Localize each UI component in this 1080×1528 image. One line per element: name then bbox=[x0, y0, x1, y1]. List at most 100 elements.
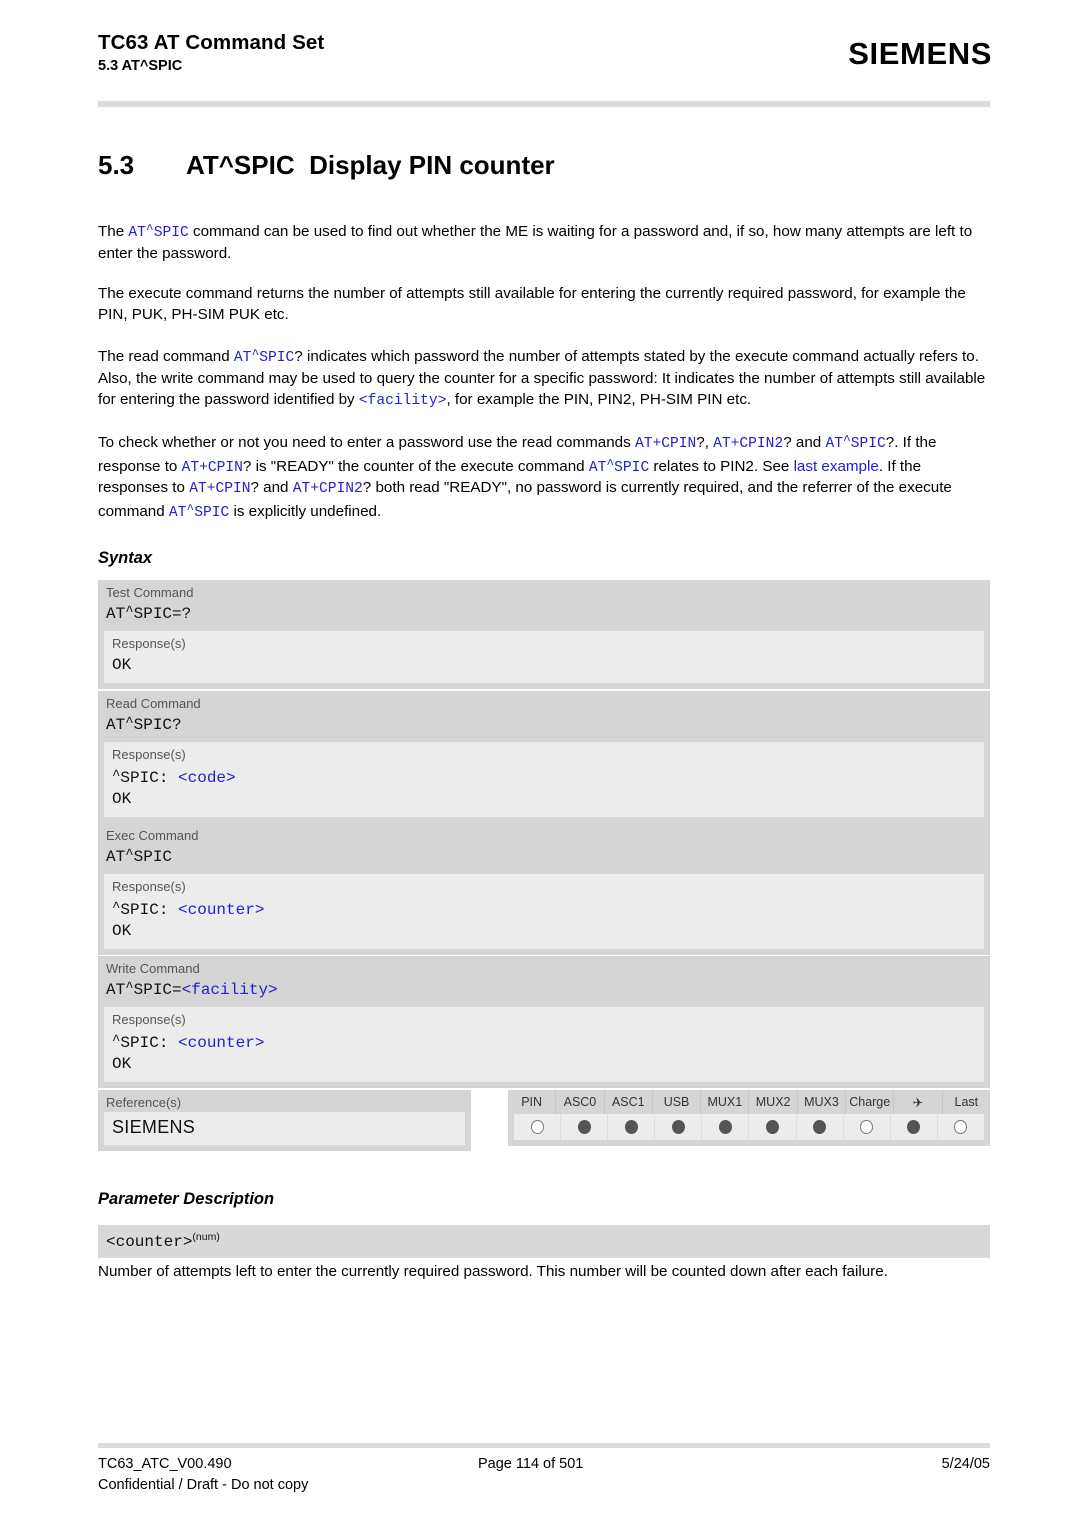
indicator-cell-last bbox=[938, 1114, 984, 1140]
circle-filled-icon bbox=[624, 1120, 638, 1134]
caret-icon: ^ bbox=[125, 604, 134, 620]
p4-text-f: relates to PIN2. See bbox=[649, 457, 794, 475]
document-page: TC63 AT Command Set 5.3 AT^SPIC SIEMENS … bbox=[0, 0, 1080, 1528]
references-label: Reference(s) bbox=[106, 1095, 182, 1110]
indicator-cell-usb bbox=[655, 1114, 703, 1140]
caret-icon: ^ bbox=[125, 847, 134, 863]
paragraph-3: The read command AT^SPIC? indicates whic… bbox=[98, 345, 990, 411]
circle-filled-icon bbox=[766, 1120, 780, 1134]
p3-text-a: The read command bbox=[98, 348, 234, 366]
parameter-type-superscript: (num) bbox=[192, 1231, 220, 1243]
syntax-command-test: AT^SPIC=? bbox=[98, 602, 990, 631]
page-header: TC63 AT Command Set 5.3 AT^SPIC SIEMENS bbox=[0, 0, 1080, 110]
page-footer: TC63_ATC_V00.490 Page 114 of 501 5/24/05… bbox=[98, 1456, 990, 1498]
syntax-label-exec: Exec Command bbox=[106, 828, 199, 843]
indicator-cell-asc0 bbox=[561, 1114, 609, 1140]
p4-text-b: ?, bbox=[696, 434, 714, 452]
column-header-charge: Charge bbox=[846, 1090, 895, 1114]
p1-text-a: The bbox=[98, 223, 129, 240]
airplane-icon: ✈ bbox=[894, 1090, 943, 1114]
footer-row-bottom: Confidential / Draft - Do not copy bbox=[98, 1477, 990, 1498]
p3-text-c: , for example the PIN, PIN2, PH-SIM PIN … bbox=[446, 390, 752, 408]
circle-filled-icon bbox=[907, 1120, 921, 1134]
parameter-description-text: Number of attempts left to enter the cur… bbox=[98, 1263, 888, 1280]
inline-code-at-spic-2: AT^SPIC bbox=[233, 347, 295, 367]
footer-page-number: Page 114 of 501 bbox=[478, 1456, 584, 1472]
cmd-post: SPIC bbox=[133, 848, 173, 866]
cmd-pre: AT bbox=[106, 716, 126, 734]
syntax-command-read: AT^SPIC? bbox=[98, 713, 990, 742]
column-header-asc0: ASC0 bbox=[556, 1090, 605, 1114]
column-header-last: Last bbox=[954, 1095, 979, 1109]
circle-filled-icon bbox=[718, 1120, 732, 1134]
cmd-param-facility: <facility> bbox=[181, 981, 278, 999]
syntax-label-read: Read Command bbox=[106, 696, 201, 711]
paragraph-1: The AT^SPIC command can be used to find … bbox=[98, 220, 990, 264]
response-prefix: SPIC: bbox=[120, 901, 179, 919]
response-prefix: SPIC: bbox=[120, 769, 179, 787]
inline-code-at-cpin2-2: AT+CPIN2 bbox=[292, 481, 363, 498]
column-header-mux3: MUX3 bbox=[798, 1090, 847, 1114]
footer-row-top: TC63_ATC_V00.490 Page 114 of 501 5/24/05 bbox=[98, 1456, 990, 1477]
circle-empty-icon bbox=[954, 1120, 968, 1134]
last-example-link[interactable]: last example bbox=[794, 458, 879, 475]
response-body-test: OK bbox=[104, 653, 984, 683]
syntax-response-test: Response(s) OK bbox=[104, 631, 984, 683]
header-subtitle: 5.3 AT^SPIC bbox=[98, 58, 183, 74]
response-ok: OK bbox=[112, 790, 132, 808]
response-label-write: Response(s) bbox=[112, 1012, 186, 1027]
inline-code-at-spic-1: AT^SPIC bbox=[128, 222, 189, 241]
circle-filled-icon bbox=[671, 1120, 685, 1134]
syntax-block-write-command: Write Command AT^SPIC=<facility> Respons… bbox=[98, 956, 990, 1088]
section-title-text: Display PIN counter bbox=[309, 150, 555, 180]
inline-code-at-cpin-3: AT+CPIN bbox=[189, 481, 251, 498]
interface-table-row bbox=[514, 1114, 984, 1140]
syntax-label-test: Test Command bbox=[106, 585, 194, 600]
inline-code-at-cpin-1: AT+CPIN bbox=[634, 436, 697, 453]
parameter-description-heading: Parameter Description bbox=[98, 1190, 275, 1208]
syntax-response-read: Response(s) ^SPIC: <code> OK bbox=[104, 742, 984, 817]
indicator-cell-asc1 bbox=[608, 1114, 656, 1140]
header-divider bbox=[98, 101, 990, 107]
indicator-cell-mux3 bbox=[797, 1114, 844, 1140]
response-prefix: SPIC: bbox=[120, 1034, 179, 1052]
response-param-counter: <counter> bbox=[178, 901, 265, 919]
cmd-post: SPIC=? bbox=[133, 605, 192, 623]
siemens-logo: SIEMENS bbox=[848, 36, 992, 71]
footer-divider bbox=[98, 1443, 990, 1448]
indicator-cell-mux2 bbox=[749, 1114, 797, 1140]
interface-support-table: PIN ASC0 ASC1 USB MUX1 MUX2 MUX3 Charge … bbox=[508, 1090, 990, 1146]
cmd-pre: AT bbox=[106, 981, 126, 999]
response-label-exec: Response(s) bbox=[112, 879, 186, 894]
syntax-block-exec-command: Exec Command AT^SPIC Response(s) ^SPIC: … bbox=[98, 823, 990, 955]
syntax-block-read-command: Read Command AT^SPIC? Response(s) ^ SPIC:… bbox=[98, 691, 990, 823]
indicator-cell-charge bbox=[844, 1114, 891, 1140]
p1-text-b: command can be used to find out whether … bbox=[98, 223, 973, 262]
references-block: Reference(s) SIEMENS bbox=[98, 1090, 471, 1151]
page-title: 5.3 AT^SPIC Display PIN counter bbox=[98, 150, 555, 181]
inline-code-at-spic-3: AT^SPIC bbox=[825, 433, 886, 453]
footer-confidential-notice: Confidential / Draft - Do not copy bbox=[98, 1477, 309, 1493]
column-header-mux2: MUX2 bbox=[749, 1090, 798, 1114]
syntax-response-exec: Response(s) ^SPIC: <counter> OK bbox=[104, 874, 984, 949]
response-param-counter: <counter> bbox=[178, 1034, 265, 1052]
syntax-command-write: AT^SPIC=<facility> bbox=[98, 978, 990, 1007]
indicator-cell-mux1 bbox=[702, 1114, 750, 1140]
parameter-name-bar: <counter>(num) bbox=[98, 1225, 990, 1258]
inline-code-facility: <facility> bbox=[358, 392, 447, 409]
paragraph-2: The execute command returns the number o… bbox=[98, 285, 966, 323]
section-number: 5.3 bbox=[98, 150, 135, 180]
inline-code-at-cpin-2: AT+CPIN bbox=[181, 459, 243, 476]
footer-doc-id: TC63_ATC_V00.490 bbox=[98, 1456, 232, 1472]
section-command: AT^SPIC bbox=[186, 150, 295, 180]
cmd-pre: AT bbox=[106, 848, 126, 866]
circle-filled-icon bbox=[813, 1120, 827, 1134]
response-body-write: ^SPIC: <counter> OK bbox=[104, 1029, 984, 1082]
p4-text-a: To check whether or not you need to ente… bbox=[98, 434, 635, 452]
p4-text-c: ? and bbox=[783, 434, 826, 452]
indicator-cell-pin bbox=[514, 1114, 562, 1140]
inline-code-at-cpin2-1: AT+CPIN2 bbox=[713, 436, 784, 453]
column-header-pin: PIN bbox=[508, 1090, 557, 1114]
references-value-wrap: SIEMENS bbox=[104, 1112, 465, 1145]
response-label-test: Response(s) bbox=[112, 636, 186, 651]
